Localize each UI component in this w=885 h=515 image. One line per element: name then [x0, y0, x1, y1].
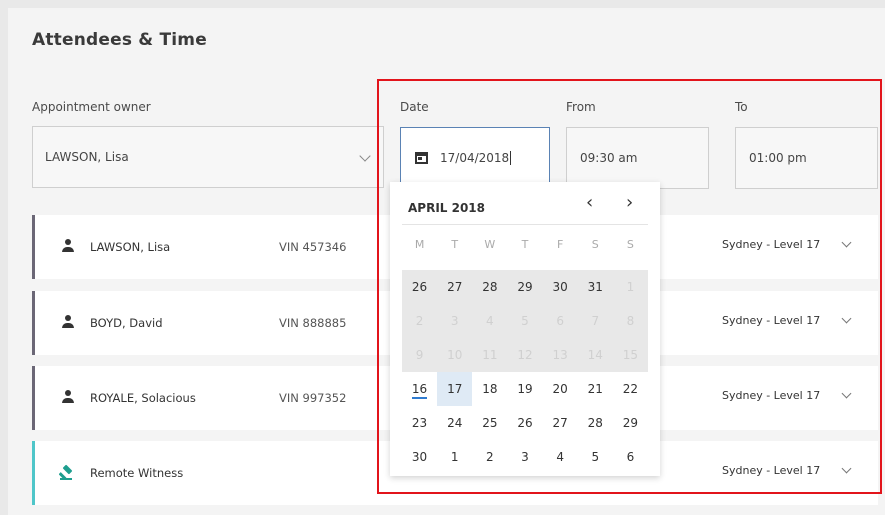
weekday-label: T [451, 238, 459, 251]
calendar-day: 13 [542, 338, 578, 372]
date-label: Date [400, 100, 429, 114]
person-icon [60, 239, 76, 255]
weekday-label: S [591, 238, 599, 251]
attendee-vin: VIN 888885 [279, 316, 347, 330]
calendar-day[interactable]: 1 [437, 440, 472, 474]
date-value: 17/04/2018 [440, 151, 510, 165]
owner-label: Appointment owner [32, 100, 151, 114]
calendar-day: 28 [472, 270, 508, 304]
to-label: To [735, 100, 748, 114]
calendar-day[interactable]: 6 [613, 440, 648, 474]
attendee-vin: VIN 997352 [279, 391, 347, 405]
calendar-day[interactable]: 2 [472, 440, 507, 474]
calendar-day: 6 [542, 304, 578, 338]
chevron-down-icon[interactable] [841, 463, 852, 474]
weekday-label: M [414, 238, 425, 251]
calendar-day[interactable]: 28 [578, 406, 613, 440]
date-picker-popup: APRIL 2018 ‹ › M T W T F S S 26 27 28 29… [390, 182, 660, 476]
to-time-input[interactable]: 01:00 pm [735, 127, 878, 189]
calendar-day: 11 [472, 338, 508, 372]
chevron-down-icon [359, 150, 371, 162]
calendar-day-today[interactable]: 16 [402, 372, 437, 406]
calendar-day: 30 [542, 270, 578, 304]
row-indicator [32, 215, 35, 279]
calendar-day: 4 [472, 304, 508, 338]
gavel-icon [59, 464, 73, 480]
location-select[interactable]: Sydney - Level 17 [722, 464, 820, 477]
location-select[interactable]: Sydney - Level 17 [722, 314, 820, 327]
weekday-label: F [556, 238, 564, 251]
row-indicator [32, 366, 35, 430]
calendar-day: 8 [612, 304, 648, 338]
calendar-day[interactable]: 30 [402, 440, 437, 474]
calendar-day: 3 [437, 304, 473, 338]
calendar-day: 9 [402, 338, 438, 372]
weekday-label: S [626, 238, 634, 251]
calendar-day[interactable]: 19 [507, 372, 542, 406]
chevron-down-icon[interactable] [841, 388, 852, 399]
row-indicator [32, 291, 35, 355]
location-select[interactable]: Sydney - Level 17 [722, 238, 820, 251]
calendar-day[interactable]: 3 [507, 440, 542, 474]
calendar-day: 15 [612, 338, 648, 372]
calendar-day[interactable]: 27 [543, 406, 578, 440]
date-input[interactable]: 17/04/2018 [400, 127, 550, 189]
divider [402, 224, 648, 225]
person-icon [60, 315, 76, 331]
attendee-name: BOYD, David [90, 316, 163, 330]
calendar-day: 2 [402, 304, 438, 338]
calendar-day[interactable]: 24 [437, 406, 472, 440]
calendar-day: 1 [612, 270, 648, 304]
calendar-day[interactable]: 29 [613, 406, 648, 440]
calendar-day[interactable]: 25 [472, 406, 507, 440]
calendar-day-selected[interactable]: 17 [437, 372, 473, 406]
next-month-button[interactable]: › [626, 194, 633, 212]
calendar-day[interactable]: 4 [543, 440, 578, 474]
calendar-day[interactable]: 5 [578, 440, 613, 474]
attendee-name: ROYALE, Solacious [90, 391, 196, 405]
text-caret [510, 151, 512, 165]
section-title: Attendees & Time [32, 30, 207, 50]
attendee-name: LAWSON, Lisa [90, 240, 171, 254]
chevron-down-icon[interactable] [841, 237, 852, 248]
calendar-day[interactable]: 23 [402, 406, 437, 440]
prev-month-button[interactable]: ‹ [586, 194, 593, 212]
month-label: APRIL 2018 [408, 201, 486, 215]
calendar-day: 10 [437, 338, 473, 372]
location-select[interactable]: Sydney - Level 17 [722, 389, 820, 402]
to-value: 01:00 pm [749, 151, 807, 165]
owner-value: LAWSON, Lisa [45, 150, 129, 164]
calendar-day: 5 [507, 304, 543, 338]
attendee-name: Remote Witness [90, 466, 184, 480]
calendar-day[interactable]: 22 [613, 372, 648, 406]
calendar-day[interactable]: 26 [507, 406, 542, 440]
chevron-down-icon[interactable] [841, 313, 852, 324]
from-label: From [566, 100, 596, 114]
calendar-grid: 26 27 28 29 30 31 1 2 3 4 5 6 7 8 9 10 1… [402, 270, 648, 474]
attendee-vin: VIN 457346 [279, 240, 347, 254]
weekday-label: W [484, 238, 496, 251]
weekday-label: T [521, 238, 529, 251]
calendar-day: 27 [437, 270, 473, 304]
from-time-input[interactable]: 09:30 am [566, 127, 709, 189]
calendar-day: 7 [577, 304, 613, 338]
from-value: 09:30 am [580, 151, 638, 165]
calendar-icon [415, 152, 428, 164]
calendar-day: 29 [507, 270, 543, 304]
calendar-day: 14 [577, 338, 613, 372]
weekday-header: M T W T F S S [402, 238, 648, 251]
calendar-day: 26 [402, 270, 438, 304]
calendar-day[interactable]: 18 [472, 372, 507, 406]
calendar-day: 12 [507, 338, 543, 372]
owner-select[interactable]: LAWSON, Lisa [32, 126, 384, 188]
person-icon [60, 390, 76, 406]
calendar-day[interactable]: 21 [578, 372, 613, 406]
calendar-day: 31 [577, 270, 613, 304]
calendar-day[interactable]: 20 [543, 372, 578, 406]
row-indicator [32, 441, 35, 505]
